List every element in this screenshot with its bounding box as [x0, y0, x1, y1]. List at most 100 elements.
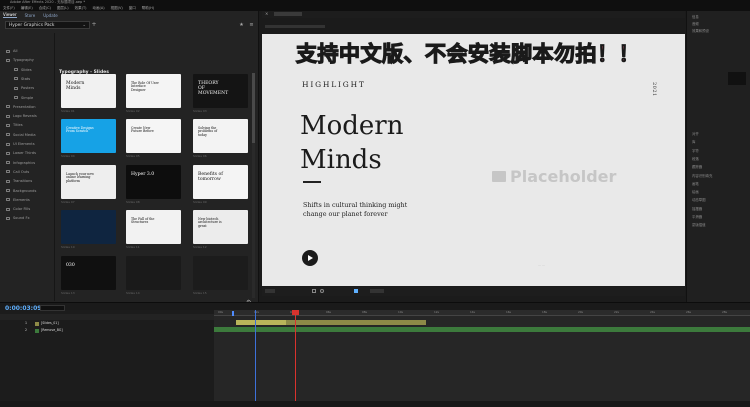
category-item[interactable]: Social Media [6, 133, 36, 137]
template-thumbnail[interactable]: The Fall of the Structures [126, 210, 181, 244]
resolution-dropdown[interactable] [370, 289, 384, 293]
category-item[interactable]: Call Outs [6, 170, 29, 174]
folder-icon [14, 86, 18, 90]
slide-preview[interactable]: HIGHLIGHT 2021 Modern Minds Shifts in cu… [262, 34, 685, 286]
panel-item[interactable]: 音频 [692, 21, 699, 26]
slide-title-line1: Modern [300, 111, 404, 141]
category-item[interactable]: Slides [14, 68, 32, 72]
layer-row[interactable]: 1 [Slides_01] [0, 321, 214, 327]
tab-store[interactable]: Store [25, 13, 36, 18]
panel-item[interactable]: 蒙版插值 [692, 222, 706, 227]
viewer-controls [262, 287, 685, 296]
panel-item[interactable]: 库 [692, 139, 695, 144]
category-item[interactable]: Simple [14, 96, 33, 100]
ruler-tick-label: 24s [650, 310, 656, 314]
category-item[interactable]: Elements [6, 198, 30, 202]
category-item[interactable]: Presentation [6, 105, 36, 109]
template-thumbnail[interactable]: Modern Minds [61, 74, 116, 108]
panel-item[interactable]: 画笔 [692, 181, 699, 186]
current-time[interactable]: 0:00:03:09 [5, 305, 41, 312]
layer-bar-slides-segment[interactable] [236, 320, 286, 325]
composition-tab[interactable] [274, 12, 302, 16]
category-label: Stats [21, 76, 31, 81]
panel-item[interactable]: 内容识别填充 [692, 173, 712, 178]
thumbnail-title: The Fall of the Structures [131, 217, 155, 225]
template-thumbnail[interactable]: Creative Designs From Scratch [61, 119, 116, 153]
category-item[interactable]: Stats [14, 77, 30, 81]
category-item[interactable]: Logo Reveals [6, 114, 37, 118]
category-item[interactable]: Lower Thirds [6, 151, 36, 155]
template-thumbnail[interactable]: Solving the problems of today [193, 119, 248, 153]
ruler-tick-label: 00s [218, 310, 224, 314]
category-item[interactable]: Infographics [6, 161, 35, 165]
layer-name[interactable]: [Slides_01] [41, 321, 59, 325]
category-item[interactable]: All [6, 49, 17, 53]
panel-item[interactable]: 信息 [692, 14, 699, 19]
thumbnail-title: Solving the problems of today [198, 126, 218, 137]
play-icon[interactable] [302, 250, 318, 266]
pack-select-value: Hyper Graphics Pack [9, 23, 55, 28]
image-icon [492, 171, 506, 182]
ruler-tick-label: 10s [398, 310, 404, 314]
template-thumbnail[interactable] [61, 210, 116, 244]
template-thumbnail[interactable]: Benefits of tomorrow [193, 165, 248, 199]
template-thumbnail[interactable]: 030 [61, 256, 116, 290]
placeholder-label: Placeholder [510, 167, 617, 186]
composition-breadcrumb [262, 24, 685, 31]
category-item[interactable]: Color Fills [6, 207, 30, 211]
tab-update[interactable]: Update [43, 13, 58, 18]
category-item[interactable]: Backgrounds [6, 189, 36, 193]
template-thumbnail[interactable]: Hyper 3.0 [126, 165, 181, 199]
category-item[interactable]: Sound Fx [6, 216, 30, 220]
grid-icon[interactable] [312, 289, 316, 293]
star-icon[interactable]: ★ [238, 22, 245, 29]
template-thumbnail[interactable]: New biotech architecture is great [193, 210, 248, 244]
layer-name[interactable]: [Remove_BG] [41, 328, 63, 332]
panel-item[interactable]: 效果和预设 [692, 28, 709, 33]
thumbnail-label: Slides 04 [61, 154, 75, 158]
category-item[interactable]: Posters [14, 86, 34, 90]
layer-row[interactable]: 2 [Remove_BG] [0, 328, 214, 334]
panel-item[interactable]: 段落 [692, 156, 699, 161]
playhead-handle[interactable] [292, 310, 299, 315]
template-thumbnail[interactable]: THEORY OF MOVEMENT [193, 74, 248, 108]
slide-kicker: HIGHLIGHT [302, 80, 366, 89]
slide-subtitle-line2: change our planet forever [303, 210, 388, 218]
mask-icon[interactable] [320, 289, 324, 293]
panel-item[interactable]: 对齐 [692, 131, 699, 136]
camera-icon[interactable] [354, 289, 358, 293]
tab-viewer[interactable]: Viewer [3, 12, 17, 18]
template-thumbnail[interactable]: Launch your new online learning platform [61, 165, 116, 199]
template-thumbnail[interactable] [193, 256, 248, 290]
panel-item[interactable]: 绘画 [692, 189, 699, 194]
layer-label-color[interactable] [35, 322, 39, 326]
template-thumbnail[interactable] [126, 256, 181, 290]
breadcrumb[interactable] [265, 25, 325, 28]
panel-item[interactable]: 动态草图 [692, 197, 706, 202]
panel-item[interactable]: 平滑器 [692, 214, 702, 219]
layer-label-color[interactable] [35, 329, 39, 333]
work-area-start[interactable] [232, 311, 234, 316]
category-item[interactable]: Transitions [6, 179, 32, 183]
thumbnail-title: Launch your new online learning platform [66, 172, 94, 183]
menu-icon[interactable]: ≡ [248, 22, 255, 29]
category-item[interactable]: Typography [6, 58, 34, 62]
panel-item[interactable]: 跟踪器 [692, 164, 702, 169]
panel-item[interactable]: 摇摆器 [692, 206, 702, 211]
panel-item[interactable]: 字符 [692, 148, 699, 153]
folder-icon [6, 49, 10, 53]
folder-icon [6, 170, 10, 174]
folder-icon [6, 216, 10, 220]
magnification-dropdown[interactable] [265, 289, 275, 293]
pack-select[interactable]: Hyper Graphics Pack ⌄ [5, 21, 90, 29]
close-icon[interactable]: × [265, 11, 268, 16]
thumbnail-title: The Role Of User Interface Designer [131, 81, 159, 92]
category-item[interactable]: Titles [6, 123, 23, 127]
add-pack-button[interactable]: + [91, 21, 97, 29]
folder-icon [6, 161, 10, 165]
category-item[interactable]: UI Elements [6, 142, 35, 146]
template-thumbnail[interactable]: Create New Future Before [126, 119, 181, 153]
layer-search-input[interactable] [40, 305, 65, 311]
template-thumbnail[interactable]: The Role Of User Interface Designer [126, 74, 181, 108]
scrollbar-thumb[interactable] [252, 73, 255, 143]
